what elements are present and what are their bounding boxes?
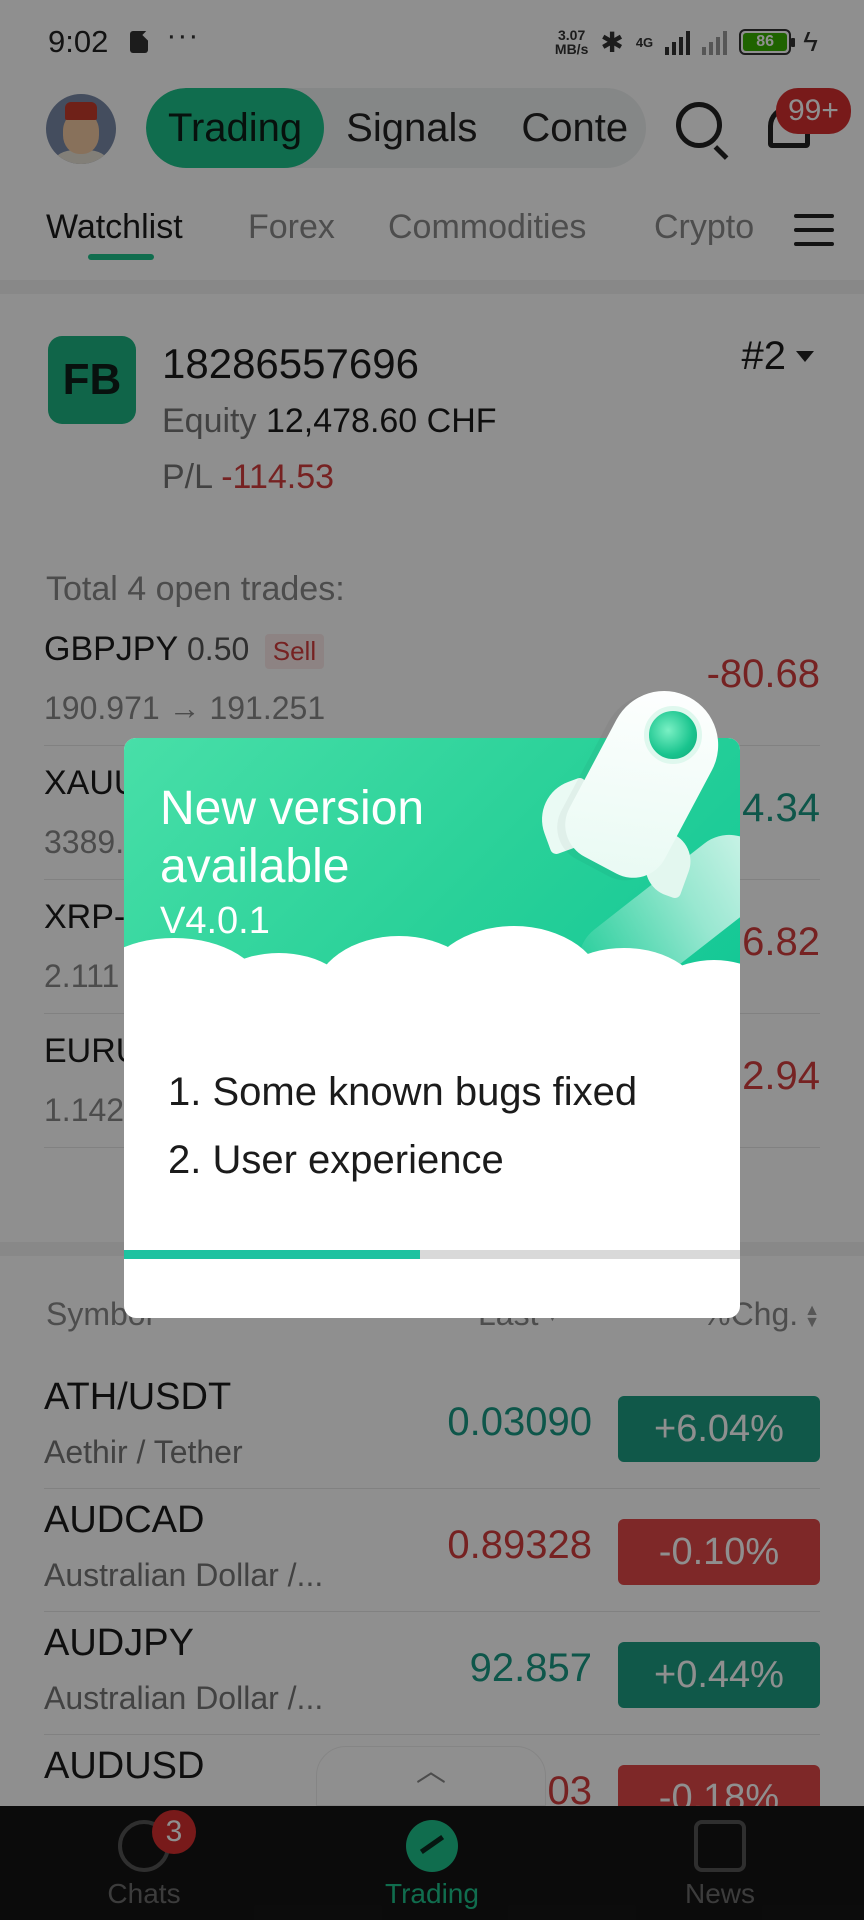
- rocket-window: [644, 706, 702, 764]
- update-note: 1. Some known bugs fixed: [168, 1070, 638, 1114]
- download-progress: [124, 1250, 740, 1259]
- update-title: New version available: [160, 782, 425, 893]
- update-notes: 1. Some known bugs fixed 2. User experie…: [168, 1058, 637, 1194]
- download-progress-fill: [124, 1250, 420, 1259]
- update-version: V4.0.1: [160, 900, 270, 942]
- rocket-icon: [530, 671, 738, 900]
- update-note: 2. User experience: [168, 1138, 504, 1182]
